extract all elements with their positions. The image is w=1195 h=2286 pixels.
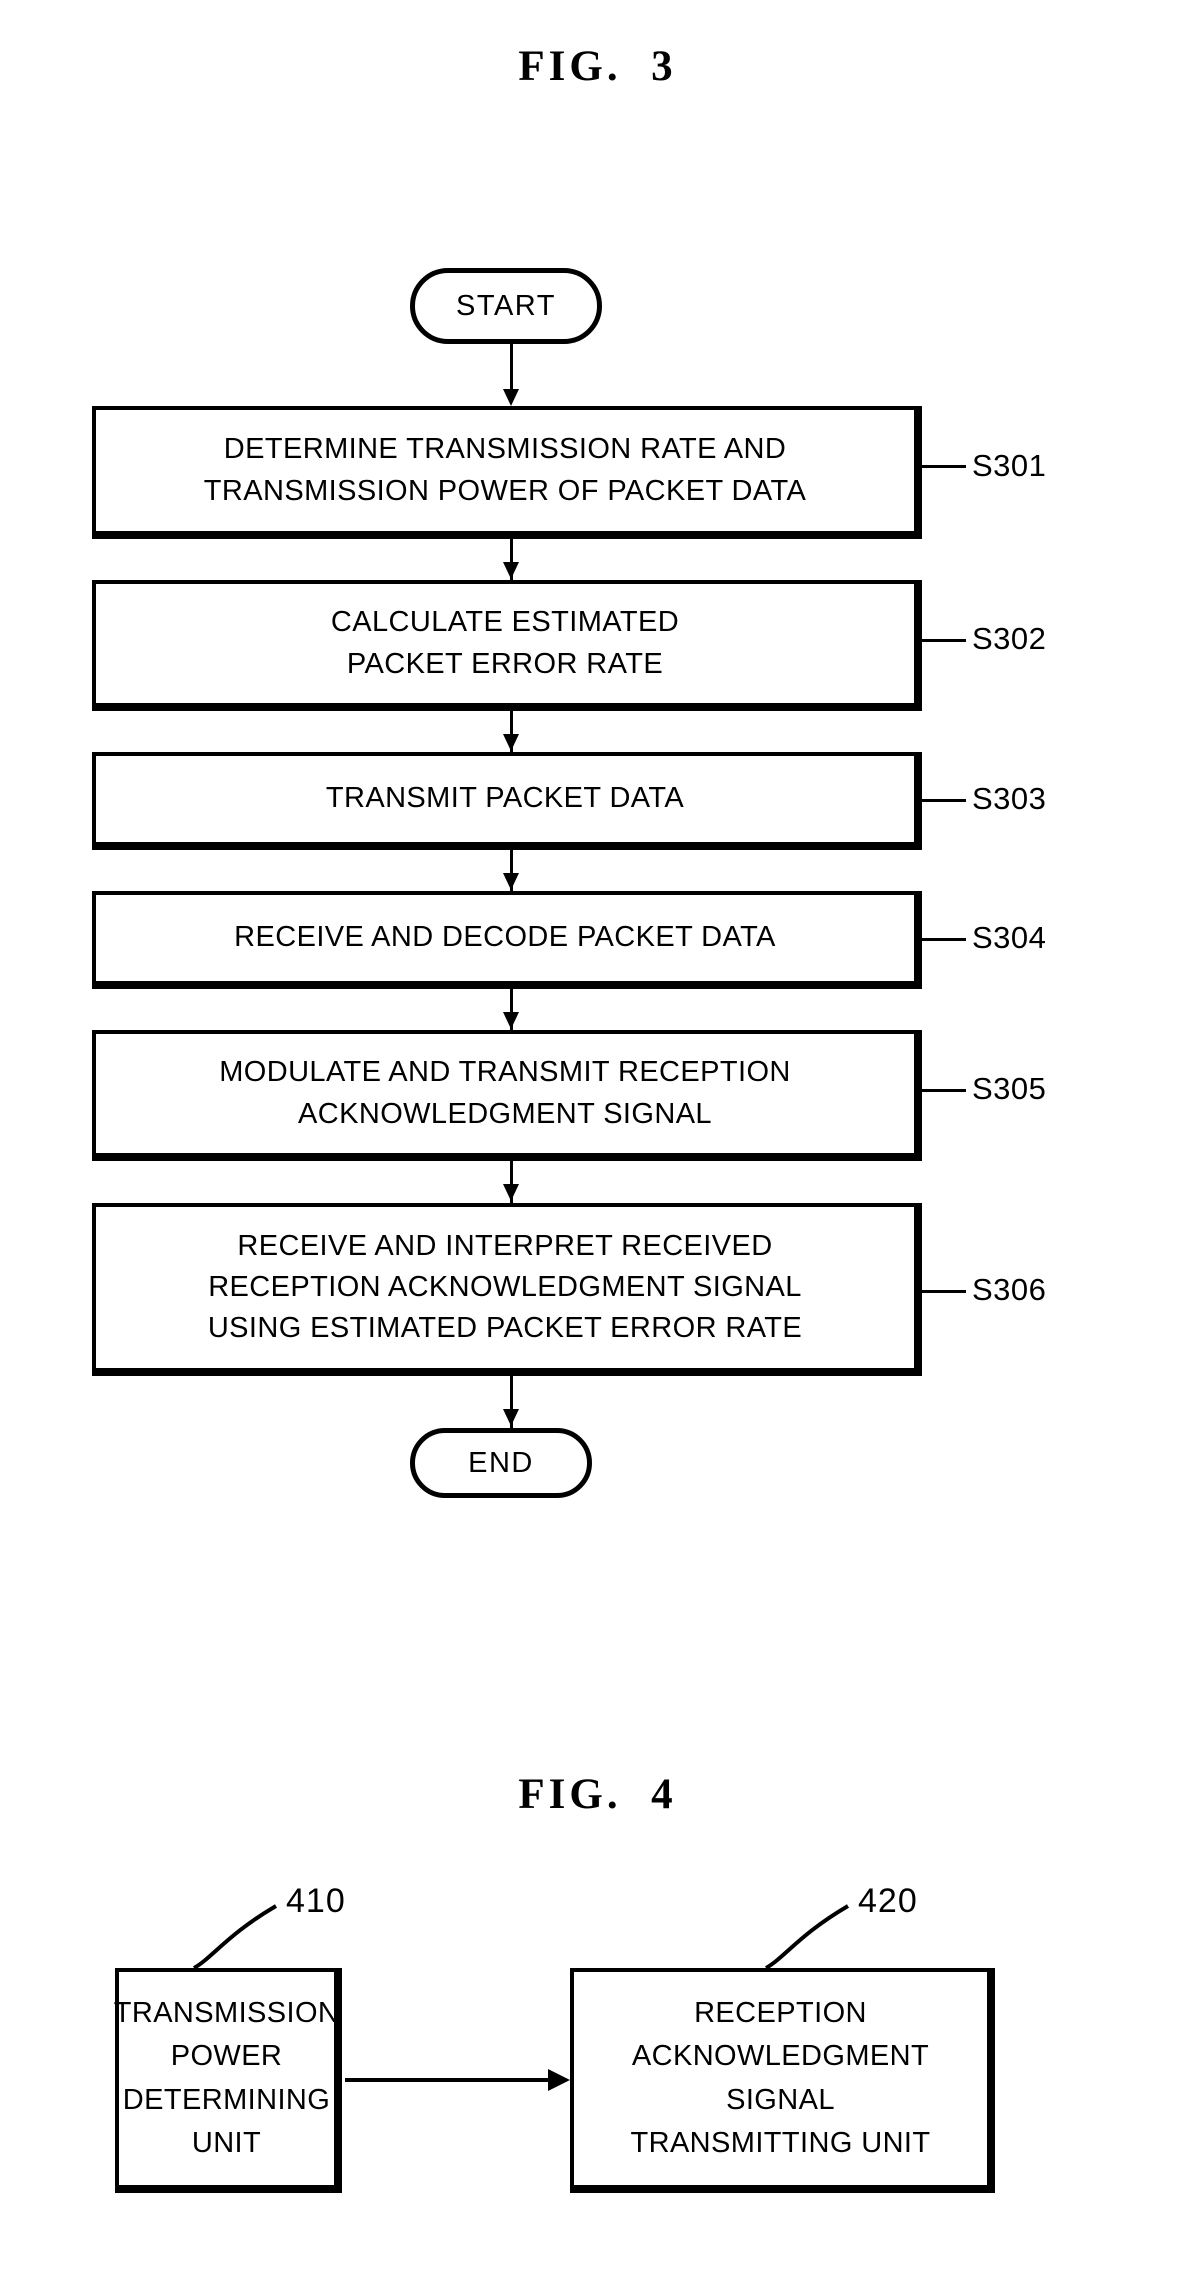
step-ref-s305: S305 — [972, 1071, 1047, 1106]
process-box-s302-text: CALCULATE ESTIMATED PACKET ERROR RATE — [330, 606, 680, 680]
process-box-s301: DETERMINE TRANSMISSION RATE AND TRANSMIS… — [92, 406, 922, 539]
arrowhead-s306-to-end — [503, 1409, 519, 1426]
flowchart-start-terminator: START — [410, 268, 602, 344]
start-label: START — [456, 289, 556, 322]
leader-line-420 — [764, 1904, 850, 1970]
process-box-s305: MODULATE AND TRANSMIT RECEPTION ACKNOWLE… — [92, 1030, 922, 1161]
unit-ref-410: 410 — [286, 1882, 346, 1920]
connector-410-to-420 — [345, 2078, 555, 2082]
step-leader-s304 — [920, 938, 966, 941]
unit-block-420: RECEPTION ACKNOWLEDGMENT SIGNAL TRANSMIT… — [570, 1968, 995, 2193]
process-box-s306: RECEIVE AND INTERPRET RECEIVED RECEPTION… — [92, 1203, 922, 1376]
step-leader-s302 — [920, 639, 966, 642]
leader-line-410 — [192, 1904, 278, 1970]
connector-start-to-s301 — [510, 344, 513, 392]
process-box-s301-text: DETERMINE TRANSMISSION RATE AND TRANSMIS… — [203, 433, 807, 507]
process-box-s303: TRANSMIT PACKET DATA — [92, 752, 922, 850]
figure-3-title: FIG. 3 — [518, 43, 677, 90]
step-leader-s306 — [920, 1290, 966, 1293]
process-box-s305-text: MODULATE AND TRANSMIT RECEPTION ACKNOWLE… — [219, 1056, 791, 1130]
unit-block-410-text: TRANSMISSION POWER DETERMINING UNIT — [113, 1996, 340, 2160]
end-label: END — [468, 1446, 534, 1479]
patent-drawing-sheet: FIG. 3 START DETERMINE TRANSMISSION RATE… — [0, 0, 1195, 2286]
unit-ref-420: 420 — [858, 1882, 918, 1920]
arrowhead-start-to-s301 — [503, 389, 519, 406]
step-leader-s305 — [920, 1089, 966, 1092]
step-ref-s302: S302 — [972, 621, 1047, 656]
arrowhead-s301-to-s302 — [503, 562, 519, 579]
process-box-s302: CALCULATE ESTIMATED PACKET ERROR RATE — [92, 580, 922, 711]
step-leader-s303 — [920, 799, 966, 802]
step-leader-s301 — [920, 465, 966, 468]
process-box-s303-text: TRANSMIT PACKET DATA — [325, 782, 685, 815]
process-box-s304-text: RECEIVE AND DECODE PACKET DATA — [234, 921, 776, 954]
step-ref-s304: S304 — [972, 920, 1047, 955]
process-box-s306-text: RECEIVE AND INTERPRET RECEIVED RECEPTION… — [207, 1229, 803, 1345]
unit-block-420-text: RECEPTION ACKNOWLEDGMENT SIGNAL TRANSMIT… — [630, 1996, 931, 2160]
arrowhead-410-to-420 — [548, 2069, 570, 2091]
flowchart-end-terminator: END — [410, 1428, 592, 1498]
figure-4-title: FIG. 4 — [518, 1771, 677, 1818]
step-ref-s301: S301 — [972, 448, 1047, 483]
arrowhead-s305-to-s306 — [503, 1184, 519, 1201]
arrowhead-s302-to-s303 — [503, 734, 519, 751]
unit-block-410: TRANSMISSION POWER DETERMINING UNIT — [113, 1968, 342, 2193]
step-ref-s303: S303 — [972, 781, 1047, 816]
arrowhead-s303-to-s304 — [503, 873, 519, 890]
process-box-s304: RECEIVE AND DECODE PACKET DATA — [92, 891, 922, 989]
arrowhead-s304-to-s305 — [503, 1012, 519, 1029]
step-ref-s306: S306 — [972, 1272, 1047, 1307]
